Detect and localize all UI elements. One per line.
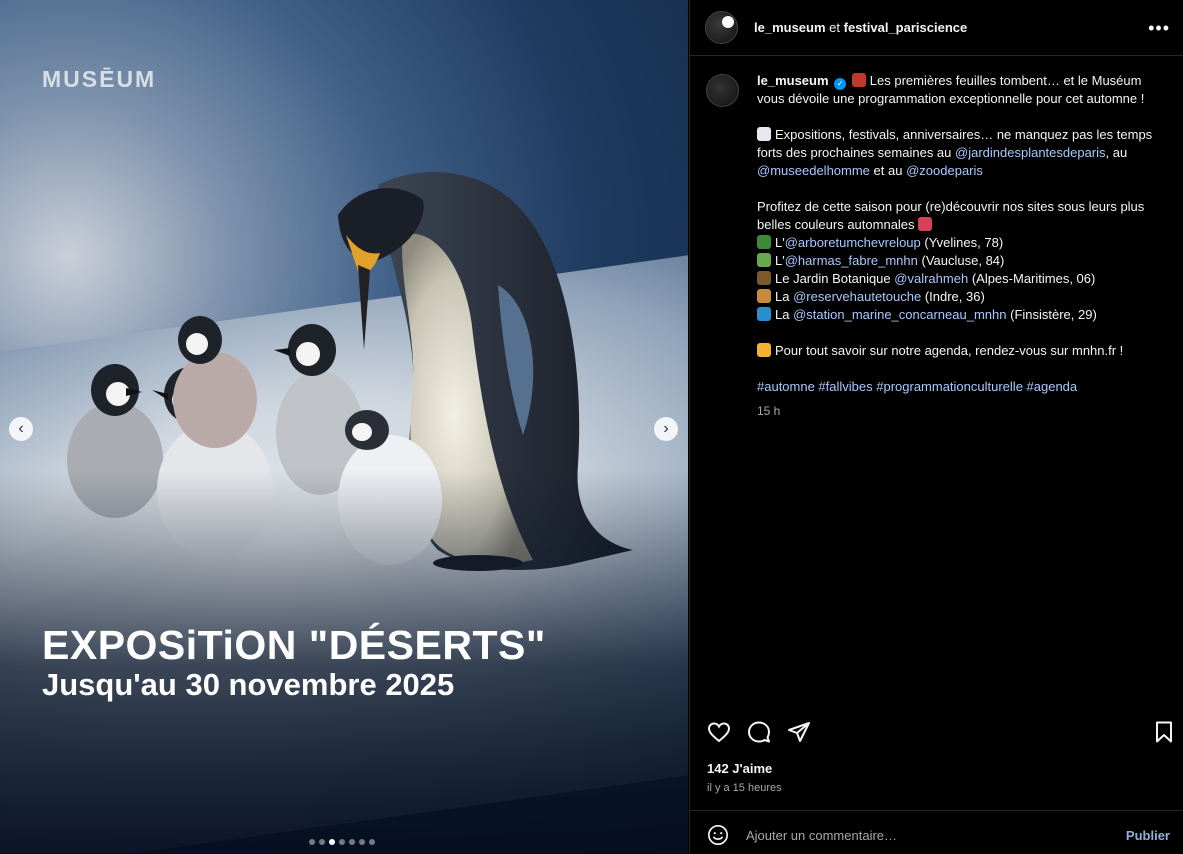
caption-paragraph-3: Profitez de cette saison pour (re)découv… bbox=[757, 199, 1145, 232]
site-prefix: Le Jardin Botanique bbox=[775, 271, 891, 286]
site-emoji-icon bbox=[757, 253, 771, 267]
post-timestamp[interactable]: il y a 15 heures bbox=[707, 782, 782, 794]
caption-separator: et au bbox=[873, 163, 903, 178]
collaborator-link[interactable]: festival_pariscience bbox=[844, 20, 968, 35]
caption-time: 15 h bbox=[757, 404, 781, 418]
site-prefix: L' bbox=[775, 253, 785, 268]
mention-link[interactable]: @valrahmeh bbox=[894, 271, 968, 286]
caption-paragraph-4: Pour tout savoir sur notre agenda, rende… bbox=[775, 343, 1124, 358]
avatar[interactable] bbox=[706, 74, 739, 107]
site-location: (Yvelines, 78) bbox=[924, 235, 1004, 250]
action-bar bbox=[690, 716, 1183, 746]
site-prefix: L' bbox=[775, 235, 785, 250]
carousel-next-button[interactable]: › bbox=[654, 417, 678, 441]
leaves-icon bbox=[851, 73, 866, 87]
comment-input[interactable] bbox=[746, 825, 1086, 845]
verified-badge-icon: ✓ bbox=[834, 78, 847, 90]
like-count[interactable]: 142 J'aime bbox=[707, 761, 772, 776]
calendar-icon bbox=[757, 127, 771, 141]
header-accounts: le_museum et festival_pariscience bbox=[754, 20, 967, 35]
mention-link[interactable]: @harmas_fabre_mnhn bbox=[785, 253, 918, 268]
carousel-dot bbox=[349, 839, 355, 845]
comment-bar: Publier bbox=[690, 810, 1183, 854]
mention-link[interactable]: @reservehautetouche bbox=[793, 289, 921, 304]
publish-button[interactable]: Publier bbox=[1126, 828, 1170, 843]
comment-bubble-icon[interactable] bbox=[747, 720, 771, 744]
post-caption: le_museum ✓ Les premières feuilles tombe… bbox=[706, 72, 1176, 420]
more-options-button[interactable]: ••• bbox=[1148, 18, 1170, 39]
pointing-hand-icon bbox=[757, 343, 771, 357]
caption-body: le_museum ✓ Les premières feuilles tombe… bbox=[757, 72, 1157, 420]
image-gradient-overlay bbox=[0, 0, 688, 854]
carousel-indicator bbox=[309, 839, 375, 845]
exhibition-title: EXPOSiTiON "DÉSERTS" bbox=[42, 622, 546, 668]
site-location: (Alpes-Maritimes, 06) bbox=[971, 271, 1096, 286]
carousel-dot bbox=[339, 839, 345, 845]
carousel-dot bbox=[369, 839, 375, 845]
avatar[interactable] bbox=[705, 11, 738, 44]
site-prefix: La bbox=[775, 289, 790, 304]
mention-link[interactable]: @zoodeparis bbox=[906, 163, 983, 178]
carousel-dot bbox=[319, 839, 325, 845]
carousel-prev-button[interactable]: ‹ bbox=[9, 417, 33, 441]
hashtags[interactable]: #automne #fallvibes #programmationcultur… bbox=[757, 379, 1077, 394]
site-item: L'@harmas_fabre_mnhn (Vaucluse, 84) bbox=[757, 252, 1157, 270]
site-emoji-icon bbox=[757, 289, 771, 303]
mention-link[interactable]: @arboretumchevreloup bbox=[785, 235, 921, 250]
site-emoji-icon bbox=[757, 271, 771, 285]
site-prefix: La bbox=[775, 307, 790, 322]
post-header: le_museum et festival_pariscience ••• bbox=[690, 0, 1183, 56]
post-media[interactable]: MUSĒUM EXPOSiTiON "DÉSERTS" Jusqu'au 30 … bbox=[0, 0, 688, 854]
museum-logo: MUSĒUM bbox=[42, 66, 157, 92]
caption-separator: , au bbox=[1105, 145, 1128, 160]
share-send-icon[interactable] bbox=[787, 720, 811, 744]
carousel-dot bbox=[329, 839, 335, 845]
more-icon: ••• bbox=[1148, 18, 1170, 38]
header-connector: et bbox=[829, 20, 841, 35]
carousel-dot bbox=[359, 839, 365, 845]
site-item: La @reservehautetouche (Indre, 36) bbox=[757, 288, 1157, 306]
site-item: L'@arboretumchevreloup (Yvelines, 78) bbox=[757, 234, 1157, 252]
mention-link[interactable]: @station_marine_concarneau_mnhn bbox=[793, 307, 1006, 322]
sites-list: L'@arboretumchevreloup (Yvelines, 78) L'@… bbox=[757, 234, 1157, 324]
emoji-smile-icon[interactable] bbox=[707, 824, 729, 846]
site-item: Le Jardin Botanique @valrahmeh (Alpes-Ma… bbox=[757, 270, 1157, 288]
maple-leaf-icon bbox=[918, 217, 933, 231]
site-item: La @station_marine_concarneau_mnhn (Fins… bbox=[757, 306, 1157, 324]
account-link[interactable]: le_museum bbox=[754, 20, 826, 35]
carousel-dot bbox=[309, 839, 315, 845]
like-heart-icon[interactable] bbox=[707, 720, 731, 744]
bookmark-icon[interactable] bbox=[1152, 720, 1176, 744]
mention-link[interactable]: @museedelhomme bbox=[757, 163, 870, 178]
chevron-right-icon: › bbox=[663, 420, 669, 437]
site-location: (Vaucluse, 84) bbox=[921, 253, 1005, 268]
exhibition-subtitle: Jusqu'au 30 novembre 2025 bbox=[42, 667, 455, 702]
site-emoji-icon bbox=[757, 235, 771, 249]
chevron-left-icon: ‹ bbox=[18, 420, 24, 437]
post-side-panel: le_museum et festival_pariscience ••• le… bbox=[689, 0, 1183, 854]
site-emoji-icon bbox=[757, 307, 771, 321]
mention-link[interactable]: @jardindesplantesdeparis bbox=[955, 145, 1106, 160]
site-location: (Indre, 36) bbox=[924, 289, 985, 304]
caption-username[interactable]: le_museum bbox=[757, 73, 829, 88]
site-location: (Finsistère, 29) bbox=[1010, 307, 1097, 322]
